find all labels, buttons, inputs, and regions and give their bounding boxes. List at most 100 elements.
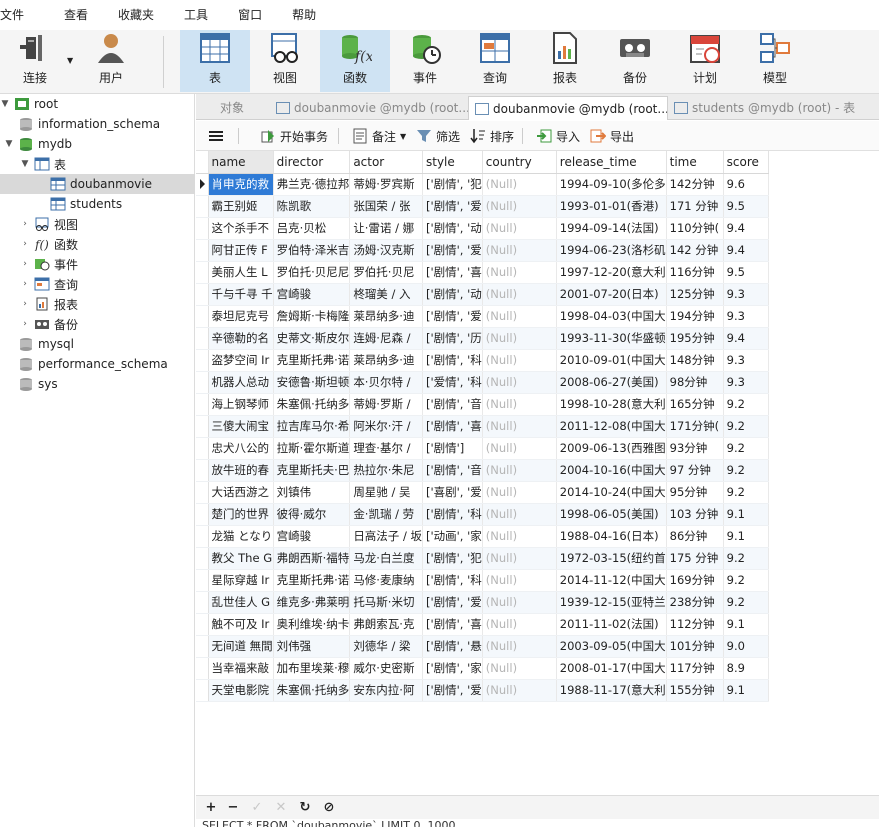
cell-name[interactable]: 泰坦尼克号 xyxy=(208,305,274,328)
menu-help[interactable]: 帮助 xyxy=(283,0,325,30)
cell-score[interactable]: 9.0 xyxy=(723,635,769,658)
table-row[interactable]: 忠犬八公的 拉斯·霍尔斯道 理查·基尔 / ['剧情'] (Null) 2009-06-1… xyxy=(196,437,769,460)
tree-events[interactable]: › 事件 xyxy=(0,254,195,274)
cell-name[interactable]: 无间道 無間 xyxy=(208,635,274,658)
cell-country[interactable]: (Null) xyxy=(482,635,557,658)
cell-director[interactable]: 安德鲁·斯坦顿 xyxy=(273,371,351,394)
menu-file[interactable]: 文件 xyxy=(0,0,33,30)
cell-time[interactable]: 165分钟 xyxy=(666,393,724,416)
cell-director[interactable]: 罗伯托·贝尼尼 xyxy=(273,261,351,284)
cell-release-time[interactable]: 2003-09-05(中国大 xyxy=(556,635,667,658)
column-header-name[interactable]: name xyxy=(208,151,274,174)
backup-button[interactable]: 备份 xyxy=(600,30,670,92)
cell-release-time[interactable]: 1972-03-15(纽约首 xyxy=(556,547,667,570)
tree-tables[interactable]: ▼ 表 xyxy=(0,154,195,174)
cell-style[interactable]: ['剧情', '历 xyxy=(422,327,483,350)
row-header[interactable] xyxy=(196,283,209,306)
cell-name[interactable]: 辛德勒的名 xyxy=(208,327,274,350)
cell-actor[interactable]: 连姆·尼森 / xyxy=(349,327,423,350)
cell-director[interactable]: 拉吉库马尔·希 xyxy=(273,415,351,438)
cell-name[interactable]: 三傻大闹宝 xyxy=(208,415,274,438)
cell-country[interactable]: (Null) xyxy=(482,569,557,592)
cell-name[interactable]: 阿甘正传 F xyxy=(208,239,274,262)
cell-actor[interactable]: 刘德华 / 梁 xyxy=(349,635,423,658)
cell-style[interactable]: ['剧情', '爱 xyxy=(422,239,483,262)
row-header[interactable] xyxy=(196,525,209,548)
row-header[interactable] xyxy=(196,217,209,240)
tree-functions[interactable]: › f() 函数 xyxy=(0,234,195,254)
cell-country[interactable]: (Null) xyxy=(482,349,557,372)
cell-director[interactable]: 奥利维埃·纳卡 xyxy=(273,613,351,636)
cell-director[interactable]: 詹姆斯·卡梅隆 xyxy=(273,305,351,328)
table-row[interactable]: 机器人总动 安德鲁·斯坦顿 本·贝尔特 / ['爱情', '科 (Null) 2008-0… xyxy=(196,371,769,394)
cell-score[interactable]: 9.5 xyxy=(723,261,769,284)
cell-country[interactable]: (Null) xyxy=(482,547,557,570)
begin-transaction-button[interactable]: 开始事务 xyxy=(260,126,328,146)
cell-time[interactable]: 175 分钟 xyxy=(666,547,724,570)
cell-style[interactable]: ['剧情', '爱 xyxy=(422,195,483,218)
discard-x-icon[interactable]: ✕ xyxy=(272,799,290,817)
cell-director[interactable]: 宫崎骏 xyxy=(273,525,351,548)
cell-name[interactable]: 楚门的世界 xyxy=(208,503,274,526)
cell-release-time[interactable]: 1939-12-15(亚特兰 xyxy=(556,591,667,614)
cell-release-time[interactable]: 1993-11-30(华盛顿 xyxy=(556,327,667,350)
note-button[interactable]: 备注 ▼ xyxy=(352,126,406,146)
filter-button[interactable]: 筛选 xyxy=(416,126,460,146)
cell-name[interactable]: 肖申克的救 xyxy=(208,173,274,196)
cell-name[interactable]: 放牛班的春 xyxy=(208,459,274,482)
table-row[interactable]: 阿甘正传 F 罗伯特·泽米吉 汤姆·汉克斯 ['剧情', '爱 (Null) 1994-0… xyxy=(196,239,769,262)
cell-release-time[interactable]: 2011-11-02(法国) xyxy=(556,613,667,636)
cell-director[interactable]: 陈凯歌 xyxy=(273,195,351,218)
cell-style[interactable]: ['剧情', '科 xyxy=(422,349,483,372)
cell-director[interactable]: 朱塞佩·托纳多 xyxy=(273,679,351,702)
cell-actor[interactable]: 理查·基尔 / xyxy=(349,437,423,460)
tree-mysql[interactable]: mysql xyxy=(0,334,195,354)
report-button[interactable]: 报表 xyxy=(530,30,600,92)
cell-name[interactable]: 教父 The G xyxy=(208,547,274,570)
table-row[interactable]: 乱世佳人 G 维克多·弗莱明 托马斯·米切 ['剧情', '爱 (Null) 1939-1… xyxy=(196,591,769,614)
row-header[interactable] xyxy=(196,679,209,702)
cell-actor[interactable]: 日高法子 / 坂 xyxy=(349,525,423,548)
cell-score[interactable]: 9.2 xyxy=(723,415,769,438)
cell-country[interactable]: (Null) xyxy=(482,217,557,240)
cell-release-time[interactable]: 2011-12-08(中国大 xyxy=(556,415,667,438)
view-button[interactable]: 视图 xyxy=(250,30,320,92)
table-row[interactable]: 大话西游之 刘镇伟 周星驰 / 吴 ['喜剧', '爱 (Null) 2014-10-24… xyxy=(196,481,769,504)
cell-style[interactable]: ['剧情', '动 xyxy=(422,217,483,240)
row-header[interactable] xyxy=(196,261,209,284)
cell-actor[interactable]: 汤姆·汉克斯 xyxy=(349,239,423,262)
row-header[interactable] xyxy=(196,327,209,350)
cell-name[interactable]: 大话西游之 xyxy=(208,481,274,504)
cell-name[interactable]: 海上钢琴师 xyxy=(208,393,274,416)
cell-name[interactable]: 天堂电影院 xyxy=(208,679,274,702)
cell-style[interactable]: ['剧情', '科 xyxy=(422,503,483,526)
cell-actor[interactable]: 马龙·白兰度 xyxy=(349,547,423,570)
cell-actor[interactable]: 张国荣 / 张 xyxy=(349,195,423,218)
chevron-down-icon[interactable]: ▼ xyxy=(0,99,10,109)
cell-style[interactable]: ['剧情', '喜 xyxy=(422,415,483,438)
row-header[interactable] xyxy=(196,393,209,416)
cell-time[interactable]: 117分钟 xyxy=(666,657,724,680)
cell-release-time[interactable]: 1997-12-20(意大利 xyxy=(556,261,667,284)
cell-style[interactable]: ['剧情', '家 xyxy=(422,657,483,680)
chevron-right-icon[interactable]: › xyxy=(20,299,30,309)
tab-doubanmovie-1[interactable]: doubanmovie @mydb (root... xyxy=(270,96,468,120)
cell-score[interactable]: 9.4 xyxy=(723,217,769,240)
cell-style[interactable]: ['剧情', '喜 xyxy=(422,613,483,636)
tree-table-students[interactable]: students xyxy=(0,194,195,214)
cell-release-time[interactable]: 1988-11-17(意大利 xyxy=(556,679,667,702)
cell-country[interactable]: (Null) xyxy=(482,195,557,218)
cell-score[interactable]: 9.4 xyxy=(723,327,769,350)
cell-director[interactable]: 刘镇伟 xyxy=(273,481,351,504)
tree-mydb[interactable]: ▼ mydb xyxy=(0,134,195,154)
table-row[interactable]: 无间道 無間 刘伟强 刘德华 / 梁 ['剧情', '悬 (Null) 2003-09-0… xyxy=(196,635,769,658)
cell-director[interactable]: 吕克·贝松 xyxy=(273,217,351,240)
row-header[interactable] xyxy=(196,239,209,262)
chevron-right-icon[interactable]: › xyxy=(20,279,30,289)
cell-country[interactable]: (Null) xyxy=(482,305,557,328)
cell-country[interactable]: (Null) xyxy=(482,437,557,460)
delete-record-button[interactable]: − xyxy=(224,799,242,817)
cell-name[interactable]: 美丽人生 L xyxy=(208,261,274,284)
table-row[interactable]: 当幸福来敲 加布里埃莱·穆 威尔·史密斯 ['剧情', '家 (Null) 2008-01… xyxy=(196,657,769,680)
tree-backups[interactable]: › 备份 xyxy=(0,314,195,334)
